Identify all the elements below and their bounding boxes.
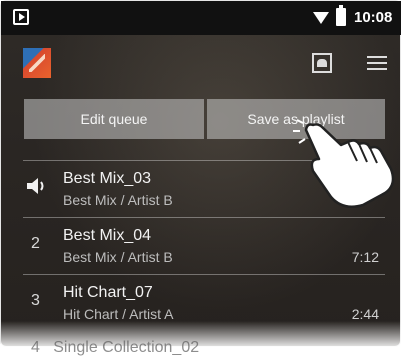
cast-icon[interactable]	[312, 53, 332, 73]
track-subtitle: Hit Chart / Artist A	[63, 306, 174, 322]
track-duration: 7:12	[351, 249, 379, 265]
app-logo-icon	[23, 48, 51, 78]
status-time: 10:08	[354, 9, 393, 26]
track-title: Best Mix_03	[63, 170, 152, 187]
status-bar: 10:08	[1, 1, 401, 35]
track-title: Single Collection_02	[53, 339, 200, 356]
play-store-icon	[13, 9, 29, 25]
track-subtitle: Best Mix / Artist B	[63, 249, 173, 265]
track-index: 2	[31, 235, 40, 252]
tap-hand-icon	[293, 119, 395, 208]
edit-queue-button[interactable]: Edit queue	[24, 99, 204, 139]
menu-icon[interactable]	[367, 56, 387, 70]
battery-icon	[336, 5, 346, 26]
track-duration: 2:44	[351, 306, 379, 322]
track-index: 3	[31, 292, 40, 309]
wifi-icon	[313, 12, 329, 24]
track-subtitle: Best Mix / Artist B	[63, 192, 173, 208]
queue-row[interactable]: 2 Best Mix_04 Best Mix / Artist B 7:12	[23, 217, 385, 274]
track-title: Best Mix_04	[63, 227, 152, 244]
phone-screen: 10:08 Edit queue Save as playlist Best M…	[0, 0, 401, 356]
speaker-icon	[27, 178, 44, 194]
peek-row: 4 Single Collection_02	[31, 339, 199, 357]
track-index: 4	[31, 339, 40, 356]
track-title: Hit Chart_07	[63, 284, 153, 301]
